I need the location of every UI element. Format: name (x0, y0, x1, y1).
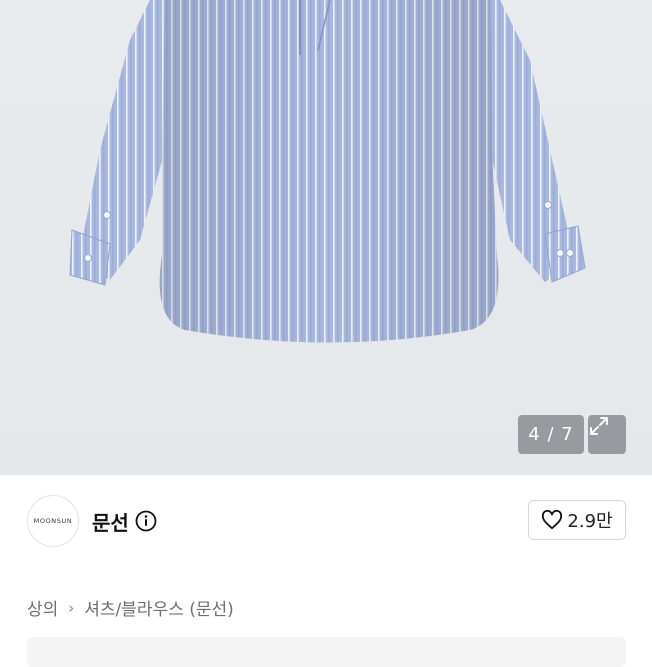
info-panel (27, 637, 626, 667)
brand-logo[interactable]: MOONSUN (27, 495, 79, 547)
like-count: 2.9만 (567, 511, 613, 532)
expand-image-button[interactable] (588, 415, 626, 454)
expand-icon (590, 417, 608, 435)
brand-logo-text: MOONSUN (33, 517, 73, 525)
breadcrumb: 상의 › 셔츠/블라우스 (문선) (27, 595, 234, 621)
like-button[interactable]: 2.9만 (528, 500, 626, 540)
heart-icon (542, 510, 563, 530)
breadcrumb-item-top[interactable]: 상의 (27, 595, 58, 620)
brand-name[interactable]: 문선 (92, 507, 129, 536)
image-counter: 4 / 7 (518, 415, 584, 454)
shirt-image (69, 0, 586, 343)
breadcrumb-item-shirts[interactable]: 셔츠/블라우스 (문선) (84, 595, 234, 620)
product-image-area[interactable]: 4 / 7 (0, 0, 652, 475)
chevron-right-icon: › (68, 598, 75, 617)
info-icon[interactable] (135, 510, 157, 532)
image-counter-text: 4 / 7 (528, 424, 574, 445)
